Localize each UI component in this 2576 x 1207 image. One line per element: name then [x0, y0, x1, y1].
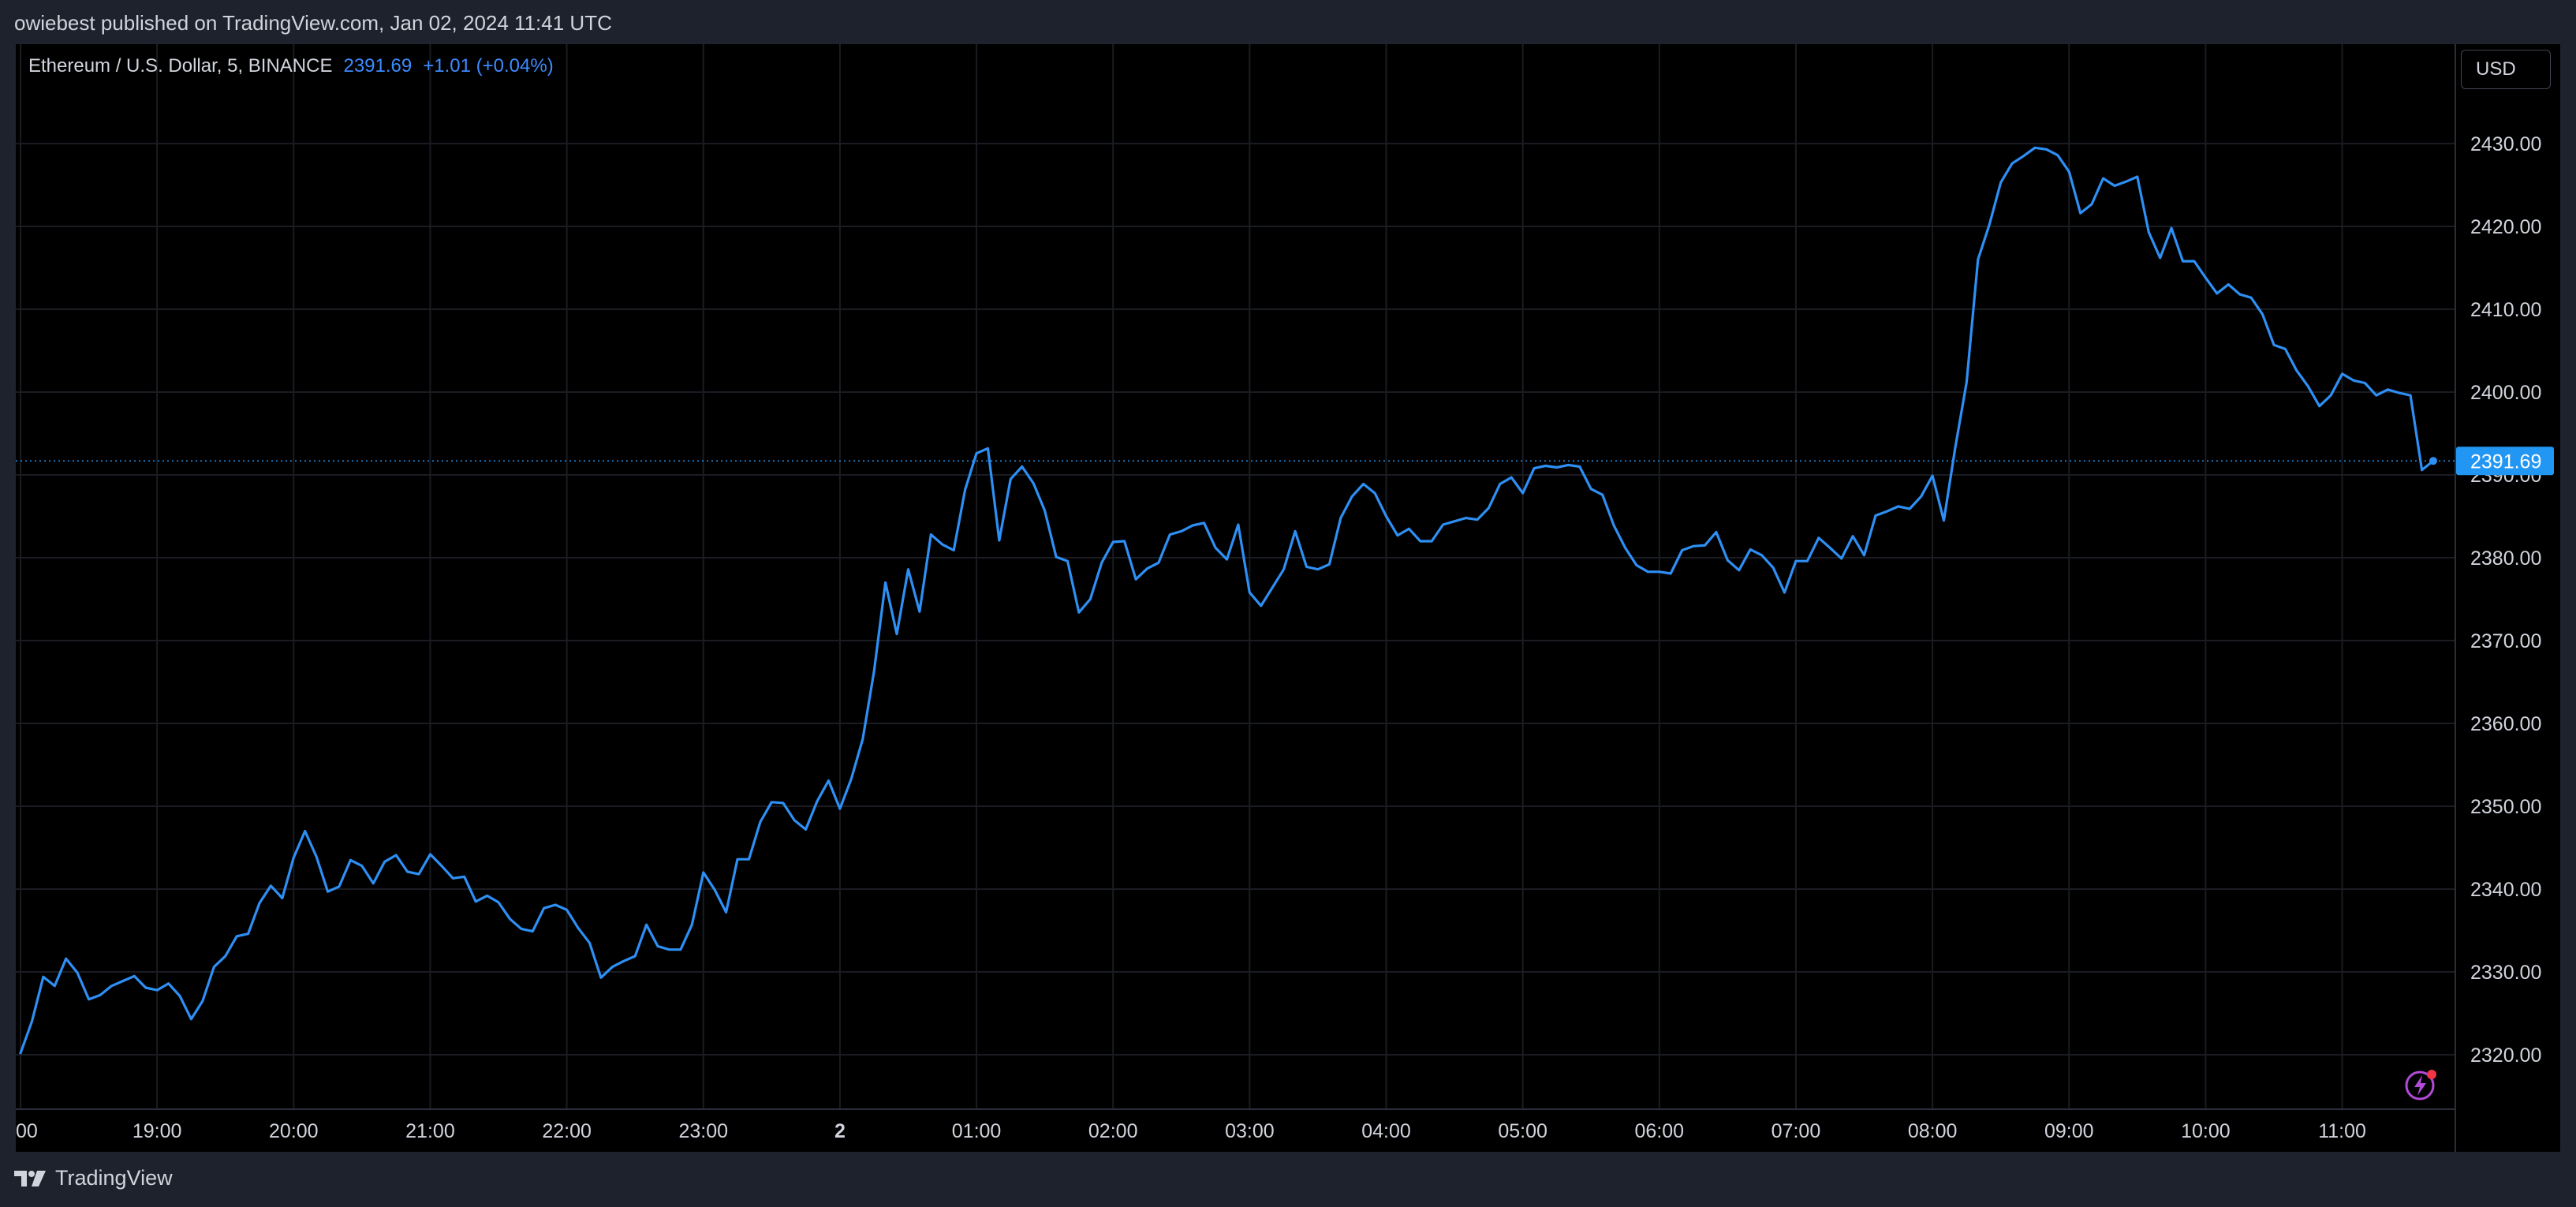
time-axis-tick-label: 06:00 — [1635, 1120, 1685, 1142]
time-axis-tick-label: 02:00 — [1088, 1120, 1138, 1142]
time-axis-tick-label: 21:00 — [405, 1120, 455, 1142]
symbol-legend[interactable]: Ethereum / U.S. Dollar, 5, BINANCE 2391.… — [28, 55, 554, 77]
tradingview-logo[interactable]: TradingView — [14, 1166, 173, 1190]
price-chart[interactable]: 2320.00 2330.00 2340.00 2350.00 2360.00 2370.… — [16, 44, 2560, 1152]
time-axis-tick-label: 22:00 — [542, 1120, 592, 1142]
tradingview-brand-text: TradingView — [55, 1166, 173, 1190]
footer-bar: TradingView — [0, 1152, 2576, 1207]
last-price-dot — [2429, 457, 2437, 465]
lightning-bolt-icon[interactable] — [2404, 1067, 2439, 1101]
time-axis-tick-label: 23:00 — [678, 1120, 728, 1142]
time-axis-tick-label: 05:00 — [1498, 1120, 1547, 1142]
last-price-badge-label: 2391.69 — [2470, 450, 2541, 473]
time-axis-tick-label: 11:00 — [2318, 1120, 2366, 1142]
currency-button[interactable]: USD — [2461, 50, 2551, 89]
price-axis-tick-label: 2350.00 — [2470, 796, 2541, 818]
publish-header: owiebest published on TradingView.com, J… — [0, 0, 2576, 44]
published-info-text: owiebest published on TradingView.com, J… — [14, 11, 612, 35]
time-axis-tick-label: 00 — [16, 1120, 38, 1142]
price-axis-tick-label: 2410.00 — [2470, 299, 2541, 321]
price-axis-tick-label: 2330.00 — [2470, 962, 2541, 984]
chart-area[interactable]: 2320.00 2330.00 2340.00 2350.00 2360.00 2370.… — [16, 44, 2560, 1152]
time-axis-tick-label: 19:00 — [133, 1120, 182, 1142]
time-axis-tick-label: 09:00 — [2044, 1120, 2094, 1142]
time-axis-tick-label: 20:00 — [269, 1120, 319, 1142]
price-axis-tick-label: 2320.00 — [2470, 1044, 2541, 1067]
time-axis-tick-label: 04:00 — [1361, 1120, 1411, 1142]
price-axis[interactable]: 2320.00 2330.00 2340.00 2350.00 2360.00 2370.… — [2470, 133, 2541, 1067]
grid-lines — [16, 44, 2455, 1109]
time-axis-tick-label: 10:00 — [2181, 1120, 2231, 1142]
price-axis-tick-label: 2430.00 — [2470, 133, 2541, 155]
time-axis-tick-label: 08:00 — [1908, 1120, 1958, 1142]
symbol-name[interactable]: Ethereum / U.S. Dollar, 5, BINANCE — [28, 55, 332, 77]
price-axis-tick-label: 2380.00 — [2470, 547, 2541, 570]
price-change-value: +1.01 (+0.04%) — [423, 55, 554, 77]
price-axis-tick-label: 2420.00 — [2470, 216, 2541, 238]
price-axis-tick-label: 2400.00 — [2470, 382, 2541, 404]
last-price-value: 2391.69 — [343, 55, 413, 77]
price-axis-tick-label: 2370.00 — [2470, 630, 2541, 652]
time-axis[interactable]: 00 19:00 20:00 21:00 22:00 23:00 2 01:00 02:00 03… — [16, 1120, 2366, 1142]
price-series-line — [19, 146, 2435, 1055]
time-axis-tick-label: 07:00 — [1771, 1120, 1821, 1142]
price-axis-tick-label: 2360.00 — [2470, 713, 2541, 735]
time-axis-tick-label: 2 — [834, 1120, 846, 1142]
time-axis-tick-label: 01:00 — [952, 1120, 1002, 1142]
last-price-badge: 2391.69 — [2456, 447, 2554, 476]
price-axis-tick-label: 2340.00 — [2470, 879, 2541, 901]
tradingview-logo-icon — [14, 1170, 46, 1186]
time-axis-tick-label: 03:00 — [1225, 1120, 1275, 1142]
